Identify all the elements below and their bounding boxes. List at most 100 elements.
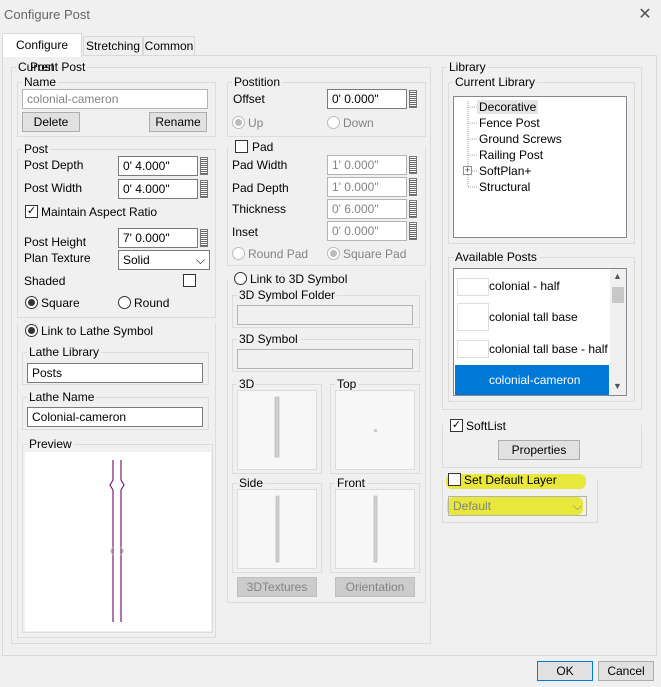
view-3d-thumbnail (237, 390, 317, 470)
list-item-label: colonial tall base - half (489, 342, 608, 356)
list-item-label: colonial tall base (489, 310, 578, 324)
plan-texture-select[interactable]: Solid ⌵ (118, 250, 210, 270)
pad-depth-spinner[interactable] (409, 178, 417, 196)
post-name-field[interactable]: colonial-cameron (22, 89, 208, 109)
post-preview-image (109, 460, 125, 622)
view-3d-legend: 3D (239, 377, 255, 391)
chevron-up-icon[interactable]: ▲ (613, 271, 622, 281)
square-pad-label: Square Pad (343, 247, 407, 261)
post-3d-render (274, 396, 280, 458)
chevron-down-icon: ⌵ (572, 499, 582, 513)
inset-spinner[interactable] (409, 222, 417, 240)
tab-common[interactable]: Common (143, 36, 195, 56)
thickness-field[interactable]: 0' 6.000" (327, 199, 407, 219)
list-item[interactable]: colonial tall base (455, 301, 609, 331)
tab-stretching[interactable]: Stretching (83, 36, 143, 56)
delete-button[interactable]: Delete (22, 112, 80, 132)
pad-depth-field[interactable]: 1' 0.000" (327, 177, 407, 197)
pad-checkbox[interactable] (235, 140, 248, 153)
offset-field[interactable]: 0' 0.000" (327, 89, 407, 109)
layer-select[interactable]: Default ⌵ (448, 496, 587, 516)
tree-item-softplan[interactable]: SoftPlan+ (479, 164, 531, 178)
post-depth-field[interactable]: 0' 4.000" (118, 156, 198, 176)
down-label: Down (343, 116, 374, 130)
tree-item-structural[interactable]: Structural (479, 180, 530, 194)
symbol-folder-legend: 3D Symbol Folder (239, 288, 336, 302)
tab-configure-post[interactable]: Configure Post (2, 33, 82, 74)
3d-textures-button[interactable]: 3DTextures (237, 577, 317, 597)
up-label: Up (248, 116, 264, 130)
view-side-thumbnail (237, 489, 317, 569)
preview-canvas (25, 452, 211, 631)
maintain-aspect-checkbox[interactable]: ✓ (25, 205, 38, 218)
window-title: Configure Post (4, 7, 90, 22)
post-front-render (373, 495, 378, 563)
post-width-spinner[interactable] (200, 180, 208, 198)
post-height-field[interactable]: 7' 0.000" (118, 228, 198, 248)
symbol-name-field[interactable] (237, 349, 413, 369)
view-front-legend: Front (337, 476, 366, 490)
pad-width-spinner[interactable] (409, 156, 417, 174)
lathe-name-legend: Lathe Name (29, 390, 95, 404)
library-tree[interactable]: Decorative Fence Post Ground Screws Rail… (453, 96, 627, 238)
list-item-selected[interactable]: colonial-cameron (455, 365, 609, 395)
round-pad-label: Round Pad (248, 247, 309, 261)
round-pad-radio[interactable] (232, 247, 245, 260)
orientation-button[interactable]: Orientation (335, 577, 415, 597)
link-3d-radio[interactable] (234, 272, 247, 285)
thickness-spinner[interactable] (409, 200, 417, 218)
lathe-name-field[interactable]: Colonial-cameron (27, 407, 203, 427)
tree-item-railing-post[interactable]: Railing Post (479, 148, 543, 162)
pad-width-field[interactable]: 1' 0.000" (327, 155, 407, 175)
square-label: Square (41, 296, 80, 310)
properties-button[interactable]: Properties (498, 440, 580, 460)
plan-texture-label: Plan Texture (24, 251, 91, 265)
inset-label: Inset (232, 225, 259, 239)
shaded-checkbox[interactable] (183, 274, 196, 287)
softlist-checkbox[interactable]: ✓ (450, 419, 463, 432)
post-thumbnail (457, 303, 489, 331)
down-radio[interactable] (327, 116, 340, 129)
tree-item-fence-post[interactable]: Fence Post (479, 116, 540, 130)
post-height-spinner[interactable] (200, 229, 208, 247)
view-top-legend: Top (337, 377, 357, 391)
list-item[interactable]: colonial - half (455, 271, 609, 301)
expand-plus-icon[interactable]: + (463, 166, 472, 175)
inset-field[interactable]: 0' 0.000" (327, 221, 407, 241)
tree-item-ground-screws[interactable]: Ground Screws (479, 132, 562, 146)
ok-button[interactable]: OK (537, 661, 593, 681)
list-item[interactable]: colonial tall base - half (455, 333, 609, 363)
available-posts-list[interactable]: colonial - half colonial tall base colon… (453, 268, 627, 396)
offset-label: Offset (233, 92, 265, 106)
offset-spinner[interactable] (409, 90, 417, 108)
cancel-button[interactable]: Cancel (598, 661, 654, 681)
pad-depth-label: Pad Depth (232, 181, 289, 195)
shaded-label: Shaded (24, 274, 66, 288)
post-top-render (374, 429, 377, 432)
chevron-down-icon: ⌵ (195, 253, 205, 267)
pad-width-label: Pad Width (232, 158, 288, 172)
view-top-thumbnail (335, 390, 415, 470)
list-item-label: colonial-cameron (489, 373, 581, 387)
chevron-down-icon[interactable]: ▼ (613, 381, 622, 391)
close-icon[interactable]: ✕ (636, 4, 654, 24)
rename-button[interactable]: Rename (149, 112, 207, 132)
lathe-library-field[interactable]: Posts (27, 363, 203, 383)
up-radio[interactable] (232, 116, 245, 129)
square-radio[interactable] (25, 296, 38, 309)
post-width-field[interactable]: 0' 4.000" (118, 179, 198, 199)
view-side-legend: Side (239, 476, 264, 490)
post-width-label: Post Width (24, 181, 83, 195)
link-lathe-radio[interactable] (25, 324, 38, 337)
scrollbar[interactable]: ▲ ▼ (610, 269, 626, 395)
available-posts-legend: Available Posts (455, 250, 537, 264)
round-radio[interactable] (118, 296, 131, 309)
post-depth-spinner[interactable] (200, 157, 208, 175)
set-default-layer-label: Set Default Layer (464, 473, 557, 487)
symbol-folder-field[interactable] (237, 305, 413, 325)
scrollbar-thumb[interactable] (612, 287, 624, 303)
tree-item-decorative[interactable]: Decorative (477, 100, 539, 114)
square-pad-radio[interactable] (327, 247, 340, 260)
plan-texture-value: Solid (123, 253, 150, 267)
set-default-layer-checkbox[interactable] (448, 473, 461, 486)
